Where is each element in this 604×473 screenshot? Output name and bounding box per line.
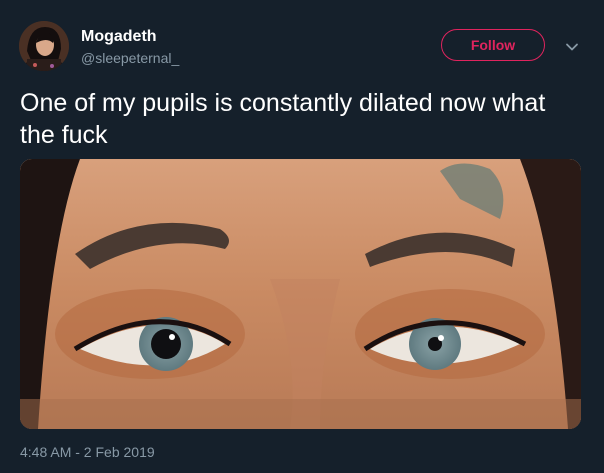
follow-button[interactable]: Follow (441, 29, 545, 61)
avatar[interactable] (19, 21, 69, 71)
display-name[interactable]: Mogadeth (81, 27, 157, 47)
eyes-photo (20, 159, 581, 429)
chevron-down-icon[interactable] (563, 38, 581, 56)
tweet-media-photo[interactable] (20, 159, 581, 429)
user-handle[interactable]: @sleepeternal_ (81, 49, 179, 67)
tweet-text: One of my pupils is constantly dilated n… (20, 89, 546, 149)
tweet-timestamp[interactable]: 4:48 AM - 2 Feb 2019 (20, 443, 155, 461)
avatar-image (19, 21, 69, 71)
tweet-card: Mogadeth @sleepeternal_ Follow One of my… (0, 0, 604, 473)
